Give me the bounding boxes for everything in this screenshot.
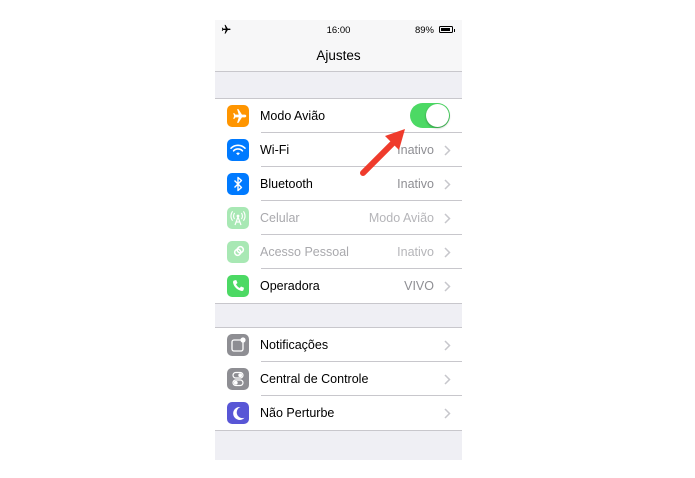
settings-row-cellular[interactable]: Celular Modo Avião [215,201,462,235]
settings-row-label: Wi-Fi [260,143,290,157]
chevron-right-icon [444,340,451,351]
settings-row-label: Operadora [260,279,320,293]
phone-icon [227,275,249,297]
wifi-icon [227,139,249,161]
settings-row-control-center[interactable]: Central de Controle [215,362,462,396]
airplane-icon [227,105,249,127]
chevron-right-icon [444,281,451,292]
settings-row-airplane-mode: Modo Avião [215,99,462,133]
chevron-right-icon [444,247,451,258]
personal-hotspot-icon [227,241,249,263]
settings-row-bluetooth[interactable]: Bluetooth Inativo [215,167,462,201]
navigation-bar: Ajustes [215,40,462,72]
page-title: Ajustes [316,48,361,63]
status-bar: 16:00 89% [215,20,462,40]
chevron-right-icon [444,213,451,224]
bluetooth-icon [227,173,249,195]
settings-row-wifi[interactable]: Wi-Fi Inativo [215,133,462,167]
settings-row-carrier[interactable]: Operadora VIVO [215,269,462,303]
red-arrow-icon [360,129,405,176]
settings-row-do-not-disturb[interactable]: Não Perturbe [215,396,462,430]
chevron-right-icon [444,145,451,156]
battery-percentage: 89% [414,25,434,36]
phone-screen: 16:00 89% Ajustes Modo Avião Wi-Fi Inati… [215,20,462,460]
chevron-right-icon [444,179,451,190]
settings-group-system: Notificações Central de Controle Não Per… [215,327,462,431]
notifications-icon [227,334,249,356]
settings-row-value: Inativo [397,245,434,259]
settings-row-notifications[interactable]: Notificações [215,328,462,362]
battery-icon [439,26,455,33]
chevron-right-icon [444,408,451,419]
moon-icon [227,402,249,424]
settings-row-label: Não Perturbe [260,406,335,420]
cellular-antenna-icon [227,207,249,229]
settings-row-value: VIVO [404,279,434,293]
settings-row-personal-hotspot[interactable]: Acesso Pessoal Inativo [215,235,462,269]
airplane-mode-toggle[interactable] [410,103,450,128]
settings-row-value: Modo Avião [368,211,434,225]
settings-row-label: Bluetooth [260,177,313,191]
control-center-icon [227,368,249,390]
settings-row-label: Notificações [260,338,329,352]
chevron-right-icon [444,374,451,385]
settings-row-label: Acesso Pessoal [260,245,349,259]
settings-row-label: Modo Avião [260,109,326,123]
settings-group-connectivity: Modo Avião Wi-Fi Inativo Bluetooth Inati… [215,98,462,304]
settings-row-label: Central de Controle [260,372,369,386]
settings-row-label: Celular [260,211,300,225]
